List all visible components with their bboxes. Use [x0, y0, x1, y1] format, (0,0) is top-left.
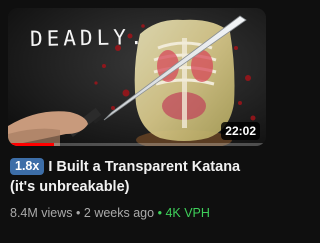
- video-thumbnail[interactable]: DEADLY. 22:02: [8, 8, 266, 146]
- watch-progress-bar: [8, 143, 266, 146]
- view-count: 8.4M views: [10, 206, 73, 220]
- video-card[interactable]: DEADLY. 22:02 1.8x I Built a Transparent …: [0, 0, 274, 243]
- video-title-text: I Built a Transparent Katana (it's unbre…: [10, 159, 241, 195]
- video-metadata: 8.4M views • 2 weeks ago • 4K VPH: [10, 206, 210, 220]
- duration-badge: 22:02: [221, 122, 260, 140]
- vph-stat: 4K VPH: [165, 206, 210, 220]
- upload-age: 2 weeks ago: [83, 206, 155, 220]
- thumbnail-overlay-text: DEADLY.: [29, 24, 147, 52]
- watch-progress-fill: [8, 143, 55, 146]
- meta-separator-vph: •: [157, 206, 162, 220]
- video-title[interactable]: 1.8x I Built a Transparent Katana (it's u…: [10, 157, 266, 197]
- meta-separator: •: [76, 206, 81, 220]
- speed-badge: 1.8x: [10, 158, 45, 175]
